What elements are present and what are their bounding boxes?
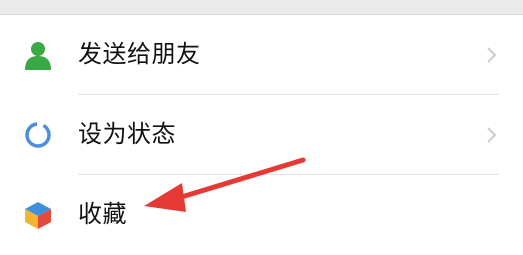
- chevron-right-icon: [487, 127, 497, 143]
- status-ring-icon: [25, 122, 51, 148]
- chevron-right-icon: [487, 47, 497, 63]
- friend-icon: [25, 42, 51, 70]
- menu-item-label: 收藏: [78, 200, 127, 228]
- top-background-strip: [0, 0, 523, 15]
- menu-item-set-status[interactable]: 设为状态: [0, 95, 523, 174]
- share-menu: 发送给朋友 设为状态 收藏: [0, 15, 523, 255]
- menu-item-label: 设为状态: [78, 120, 176, 148]
- menu-item-favorite[interactable]: 收藏: [0, 175, 523, 254]
- favorite-cube-icon: [25, 202, 51, 229]
- menu-item-label: 发送给朋友: [78, 40, 201, 68]
- menu-item-send-to-friend[interactable]: 发送给朋友: [0, 15, 523, 94]
